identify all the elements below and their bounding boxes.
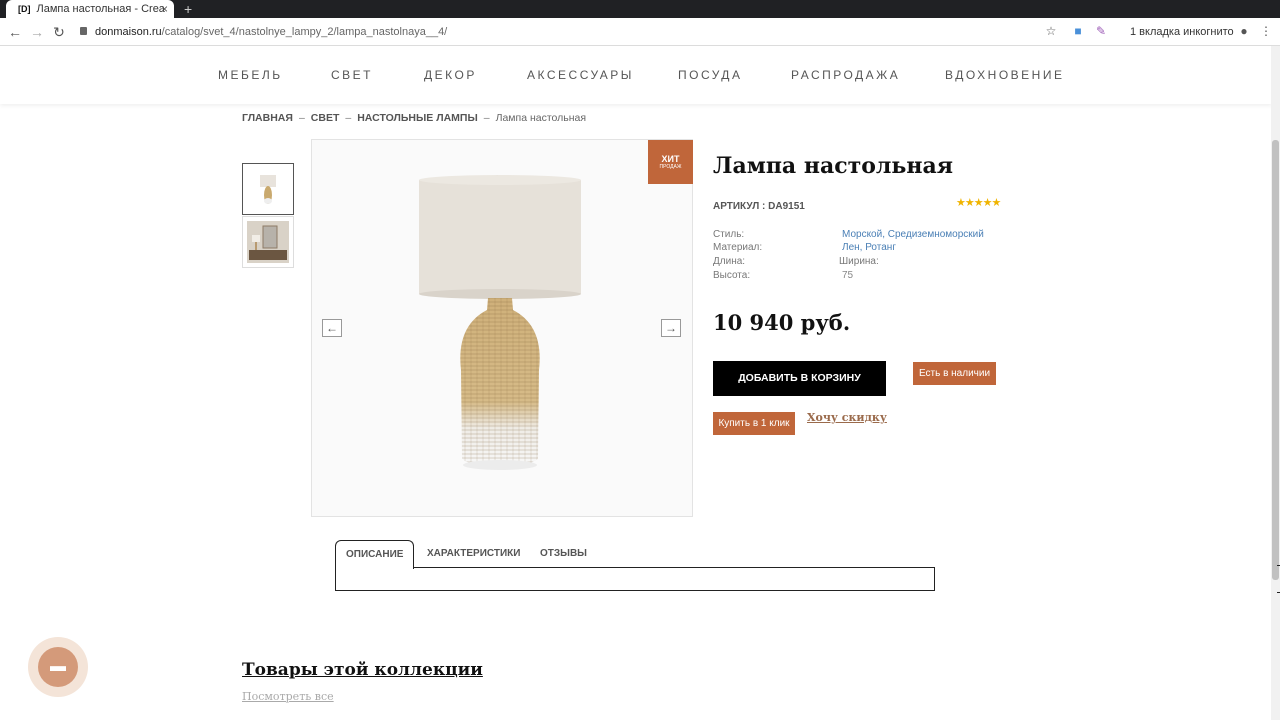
nav-item-sale[interactable]: РАСПРОДАЖА [791, 68, 900, 82]
badge-line-1: ХИТ [661, 154, 680, 164]
extension-icon[interactable]: ■ [1070, 23, 1086, 39]
tab-characteristics[interactable]: ХАРАКТЕРИСТИКИ [417, 540, 530, 568]
url-path: /catalog/svet_4/nastolnye_lampy_2/lampa_… [161, 26, 448, 38]
breadcrumb-separator: – [483, 112, 490, 124]
thumbnail-interior[interactable] [242, 216, 294, 268]
buy-one-click-button[interactable]: Купить в 1 клик [713, 412, 795, 435]
view-all-link[interactable]: Посмотреть все [242, 690, 334, 703]
browser-toolbar: ← → ↻ donmaison.ru/catalog/svet_4/nastol… [0, 18, 1280, 46]
breadcrumb-light[interactable]: СВЕТ [311, 112, 340, 124]
collection-title[interactable]: Товары этой коллекции [242, 660, 483, 680]
want-discount-link[interactable]: Хочу скидку [807, 411, 887, 424]
back-icon[interactable]: ← [6, 22, 24, 42]
new-tab-icon[interactable]: + [184, 0, 192, 18]
nav-item-furniture[interactable]: МЕБЕЛЬ [218, 68, 283, 82]
badge-line-2: ПРОДАЖ [659, 164, 682, 170]
product-title: Лампа настольная [713, 153, 953, 179]
bestseller-badge: ХИТ ПРОДАЖ [648, 140, 693, 184]
spec-material-value[interactable]: Лен, Ротанг [842, 242, 896, 253]
browser-tab[interactable]: [D] Лампа настольная - Crea × [6, 0, 174, 18]
breadcrumb-separator: – [298, 112, 305, 124]
product-price: 10 940 руб. [713, 310, 851, 335]
thumbnail-lamp-image [260, 175, 276, 204]
breadcrumb-separator: – [345, 112, 352, 124]
bookmark-star-icon[interactable]: ☆ [1043, 23, 1059, 39]
spec-material-label: Материал: [713, 242, 763, 253]
spec-style-label: Стиль: [713, 229, 745, 240]
product-sku: АРТИКУЛ : DA9151 [713, 201, 805, 212]
breadcrumb: ГЛАВНАЯ – СВЕТ – НАСТОЛЬНЫЕ ЛАМПЫ – Лампа наст… [242, 112, 586, 124]
tab-description[interactable]: ОПИСАНИЕ [335, 540, 415, 569]
browser-tab-title: Лампа настольная - Crea [36, 3, 165, 15]
thumbnail-interior-image [247, 221, 289, 263]
lock-icon [80, 27, 87, 35]
spec-style-value[interactable]: Морской, Средиземноморский [842, 229, 984, 240]
close-tab-icon[interactable]: × [161, 2, 168, 16]
next-image-arrow-icon[interactable]: → [661, 319, 681, 337]
tab-reviews[interactable]: ОТЗЫВЫ [530, 540, 597, 568]
table-lamp-image [312, 140, 692, 516]
browser-tabbar: [D] Лампа настольная - Crea × + [0, 0, 1280, 18]
reload-icon[interactable]: ↻ [50, 22, 68, 42]
spec-height-value: 75 [842, 270, 854, 281]
nav-item-decor[interactable]: ДЕКОР [424, 68, 477, 82]
spec-length-label: Длина: [713, 256, 746, 267]
rating-stars-icon[interactable]: ★★★★★ [956, 196, 1001, 209]
spec-height-label: Высота: [713, 270, 751, 281]
chat-bubble-icon[interactable]: ▬ [38, 647, 78, 687]
tab-content-panel [335, 567, 935, 591]
nav-item-inspiration[interactable]: ВДОХНОВЕНИЕ [945, 68, 1064, 82]
pen-extension-icon[interactable]: ✎ [1093, 23, 1109, 39]
in-stock-button[interactable]: Есть в наличии [913, 362, 996, 385]
incognito-icon[interactable]: ● [1236, 23, 1252, 39]
breadcrumb-table-lamps[interactable]: НАСТОЛЬНЫЕ ЛАМПЫ [357, 112, 478, 124]
nav-item-tableware[interactable]: ПОСУДА [678, 68, 742, 82]
nav-item-light[interactable]: СВЕТ [331, 68, 373, 82]
menu-kebab-icon[interactable]: ⋮ [1258, 23, 1274, 39]
add-to-cart-button[interactable]: ДОБАВИТЬ В КОРЗИНУ [713, 361, 886, 396]
prev-image-arrow-icon[interactable]: ← [322, 319, 342, 337]
address-bar[interactable]: donmaison.ru/catalog/svet_4/nastolnye_la… [80, 22, 1070, 42]
product-main-image[interactable] [311, 139, 693, 517]
scrollbar-thumb[interactable] [1272, 140, 1279, 580]
url-host: donmaison.ru [95, 26, 162, 38]
spec-width-label: Ширина: [839, 256, 879, 267]
site-nav: МЕБЕЛЬ СВЕТ ДЕКОР АКСЕССУАРЫ ПОСУДА РАСП… [0, 46, 1272, 104]
thumbnail-lamp[interactable] [242, 163, 294, 215]
breadcrumb-current: Лампа настольная [495, 112, 587, 124]
forward-icon[interactable]: → [28, 22, 46, 42]
nav-item-accessories[interactable]: АКСЕССУАРЫ [527, 68, 634, 82]
breadcrumb-home[interactable]: ГЛАВНАЯ [242, 112, 293, 124]
incognito-label: 1 вкладка инкогнито [1130, 26, 1234, 38]
site-favicon-icon: [D] [18, 4, 31, 14]
